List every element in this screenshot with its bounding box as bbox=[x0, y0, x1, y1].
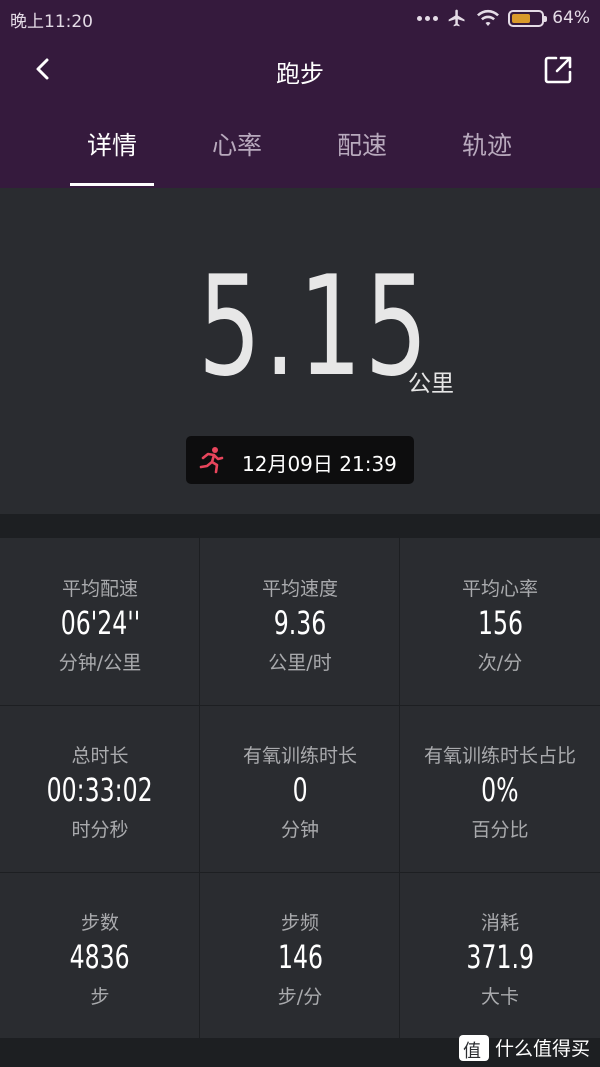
battery-icon bbox=[508, 9, 548, 27]
stat-value: 9.36 bbox=[200, 604, 400, 642]
stat-unit: 公里/时 bbox=[268, 652, 332, 674]
distance-unit: 公里 bbox=[408, 371, 454, 397]
watermark-text: 什么值得买 bbox=[494, 1038, 590, 1060]
stat-value-text: 06'24'' bbox=[60, 604, 140, 642]
tab-bar: 详情 心率 配速 轨迹 bbox=[0, 126, 600, 188]
stats-grid: 平均配速 06'24'' 分钟/公里 平均速度 9.36 公里/时 平均心率 1… bbox=[0, 538, 600, 1038]
stat-unit: 分钟 bbox=[280, 819, 319, 841]
section-divider bbox=[0, 514, 600, 538]
stat-value: 00:33:02 bbox=[0, 771, 200, 809]
grid-divider bbox=[199, 538, 200, 1038]
stat-avg-pace: 平均配速 06'24'' 分钟/公里 bbox=[0, 538, 200, 705]
stat-value-text: 00:33:02 bbox=[46, 771, 154, 809]
stat-value-text: 4836 bbox=[69, 938, 131, 976]
stat-value: 371.9 bbox=[400, 938, 600, 976]
stat-label: 步数 bbox=[80, 912, 119, 934]
tab-track[interactable]: 轨迹 bbox=[437, 126, 537, 162]
stat-label: 平均配速 bbox=[61, 578, 138, 600]
stat-unit: 时分秒 bbox=[71, 819, 129, 841]
airplane-icon bbox=[448, 9, 465, 27]
stat-total-duration: 总时长 00:33:02 时分秒 bbox=[0, 705, 200, 872]
tab-pace[interactable]: 配速 bbox=[312, 126, 412, 162]
stat-value: 06'24'' bbox=[0, 604, 200, 642]
tab-heart-rate[interactable]: 心率 bbox=[187, 126, 287, 162]
stat-value-text: 156 bbox=[477, 604, 523, 642]
watermark-logo-icon bbox=[458, 1034, 489, 1063]
stat-value-text: 146 bbox=[277, 938, 323, 976]
nav-bar: 跑步 bbox=[0, 40, 600, 100]
stat-aerobic-duration: 有氧训练时长 0 分钟 bbox=[200, 705, 400, 872]
grid-divider bbox=[0, 705, 600, 706]
stat-steps: 步数 4836 步 bbox=[0, 872, 200, 1039]
stat-unit: 次/分 bbox=[477, 652, 523, 674]
stat-label: 平均速度 bbox=[261, 578, 338, 600]
activity-date-pill: 12月09日 21:39 bbox=[186, 436, 414, 484]
battery-percent: 64% bbox=[552, 8, 590, 28]
stat-label: 有氧训练时长占比 bbox=[423, 745, 576, 767]
stat-unit: 分钟/公里 bbox=[58, 652, 142, 674]
stat-label: 步频 bbox=[280, 912, 319, 934]
app-header: 晚上11:20 64% 跑步 详情 心率 配速 轨迹 bbox=[0, 0, 600, 188]
stat-label: 消耗 bbox=[480, 912, 519, 934]
active-tab-indicator bbox=[70, 183, 154, 186]
stat-avg-speed: 平均速度 9.36 公里/时 bbox=[200, 538, 400, 705]
stat-unit: 大卡 bbox=[480, 986, 519, 1008]
stat-value-text: 0% bbox=[481, 771, 519, 809]
stat-cadence: 步频 146 步/分 bbox=[200, 872, 400, 1039]
running-icon bbox=[199, 447, 224, 474]
stat-value: 146 bbox=[200, 938, 400, 976]
stat-value: 0% bbox=[400, 771, 600, 809]
battery-fill bbox=[512, 13, 531, 23]
stat-unit: 百分比 bbox=[471, 819, 529, 841]
stat-unit: 步 bbox=[90, 986, 110, 1008]
page-title: 跑步 bbox=[276, 60, 324, 88]
stat-label: 总时长 bbox=[71, 745, 129, 767]
stat-label: 有氧训练时长 bbox=[242, 745, 357, 767]
wifi-icon bbox=[477, 9, 500, 26]
more-dots-icon bbox=[417, 15, 439, 21]
grid-divider bbox=[399, 538, 400, 1038]
watermark: 什么值得买 bbox=[458, 1034, 590, 1063]
stat-avg-heart-rate: 平均心率 156 次/分 bbox=[400, 538, 600, 705]
stat-unit: 步/分 bbox=[277, 986, 323, 1008]
status-bar: 晚上11:20 64% bbox=[0, 0, 600, 36]
activity-date: 12月09日 21:39 bbox=[242, 452, 397, 476]
share-icon[interactable] bbox=[542, 54, 574, 86]
grid-divider bbox=[0, 872, 600, 873]
stat-value: 156 bbox=[400, 604, 600, 642]
stat-value: 4836 bbox=[0, 938, 200, 976]
distance-value: 5.15 bbox=[198, 246, 431, 407]
stat-value-text: 371.9 bbox=[466, 938, 534, 976]
stat-calories: 消耗 371.9 大卡 bbox=[400, 872, 600, 1039]
stat-aerobic-ratio: 有氧训练时长占比 0% 百分比 bbox=[400, 705, 600, 872]
stat-value-text: 9.36 bbox=[273, 604, 327, 642]
stat-label: 平均心率 bbox=[461, 578, 538, 600]
stat-value: 0 bbox=[200, 771, 400, 809]
stat-value-text: 0 bbox=[292, 771, 308, 809]
status-time: 晚上11:20 bbox=[10, 12, 93, 32]
tab-details[interactable]: 详情 bbox=[62, 126, 162, 162]
status-icons: 64% bbox=[417, 6, 590, 30]
summary-panel: 5.15 公里 12月09日 21:39 bbox=[0, 188, 600, 514]
